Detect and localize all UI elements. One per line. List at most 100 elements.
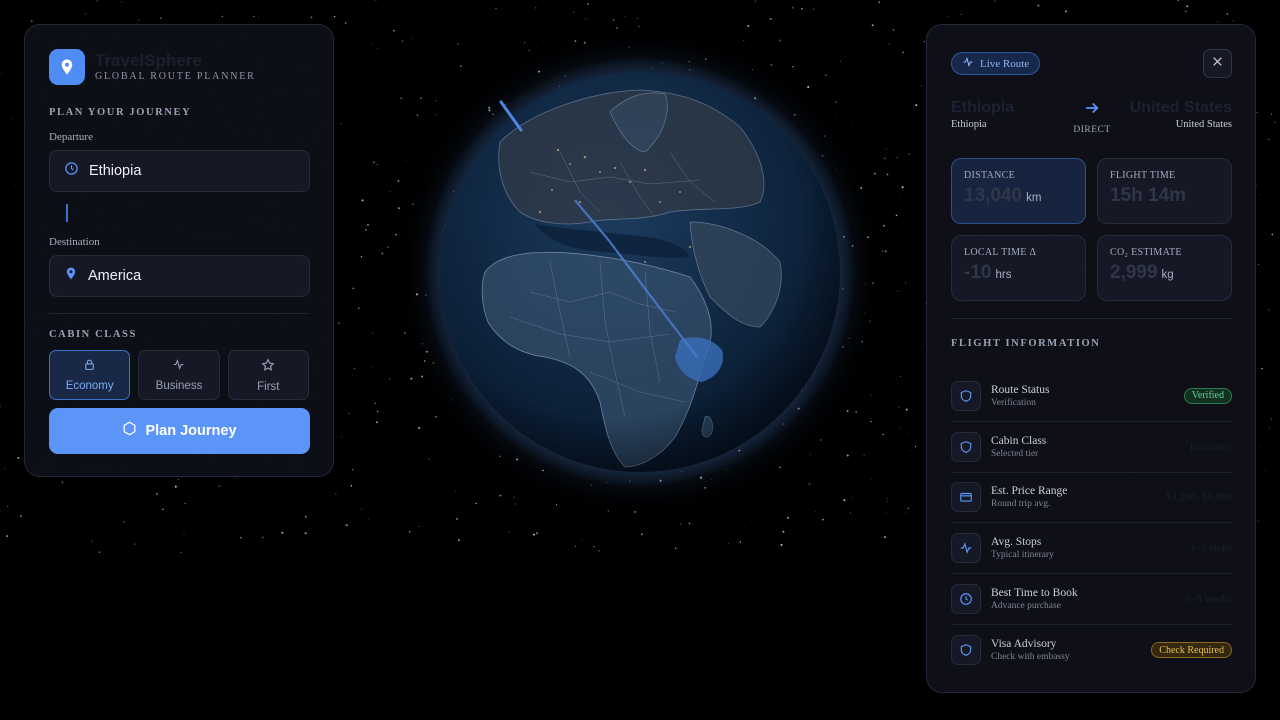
star xyxy=(7,505,9,507)
departure-field[interactable]: Ethiopia xyxy=(49,150,310,192)
star xyxy=(891,298,892,300)
star xyxy=(770,63,773,67)
star xyxy=(7,92,9,94)
hexagon-icon xyxy=(122,421,137,441)
star xyxy=(375,0,377,1)
star xyxy=(574,545,577,548)
star xyxy=(261,536,264,539)
plan-journey-label: Plan Journey xyxy=(145,423,237,439)
cabin-option-first[interactable]: First xyxy=(227,350,309,400)
star xyxy=(852,122,854,124)
star xyxy=(616,27,618,29)
star xyxy=(435,113,438,116)
star xyxy=(367,223,369,226)
star xyxy=(590,484,592,486)
star xyxy=(868,320,872,323)
star xyxy=(536,46,538,48)
star xyxy=(344,22,347,24)
star xyxy=(993,0,996,3)
credit-card-icon xyxy=(951,482,981,513)
star xyxy=(897,290,899,293)
lock-icon xyxy=(83,358,96,376)
star xyxy=(947,15,949,17)
star xyxy=(403,20,405,22)
star xyxy=(121,1,123,3)
star xyxy=(1260,445,1262,447)
star xyxy=(13,185,15,187)
brand-subtitle: GLOBAL ROUTE PLANNER xyxy=(95,71,256,82)
star xyxy=(535,7,537,9)
star xyxy=(304,515,307,518)
star xyxy=(218,485,221,488)
star xyxy=(0,510,1,512)
star xyxy=(535,532,539,535)
stat-unit: kg xyxy=(1161,269,1174,281)
star xyxy=(1226,13,1229,15)
star xyxy=(156,492,158,495)
star xyxy=(1037,4,1040,7)
cabin-option-economy[interactable]: Economy xyxy=(49,350,131,400)
star xyxy=(18,310,19,312)
destination-subtitle: United States xyxy=(1175,119,1232,130)
star xyxy=(915,104,918,107)
star xyxy=(901,186,904,189)
cabin-section-label: CABIN CLASS xyxy=(49,329,137,340)
star xyxy=(345,524,348,527)
star xyxy=(861,341,863,343)
map-pin-icon xyxy=(49,49,85,85)
star xyxy=(849,512,852,514)
star xyxy=(882,433,884,436)
star xyxy=(886,497,888,499)
plan-journey-button[interactable]: Plan Journey xyxy=(49,408,310,454)
star xyxy=(710,479,712,480)
star xyxy=(61,481,64,484)
star xyxy=(6,535,8,538)
star xyxy=(704,58,707,61)
star xyxy=(920,85,922,87)
section-divider xyxy=(49,313,309,314)
warning-badge: Check Required xyxy=(1151,642,1232,659)
star xyxy=(743,39,745,41)
star xyxy=(679,523,682,526)
star xyxy=(304,532,307,535)
star xyxy=(849,337,851,339)
star xyxy=(410,37,412,39)
star xyxy=(574,40,577,42)
close-button[interactable] xyxy=(1203,49,1232,78)
star xyxy=(801,7,803,10)
star xyxy=(840,60,841,62)
destination-field[interactable]: America xyxy=(49,255,310,297)
route-connector xyxy=(66,204,68,222)
route-origin: Ethiopia Ethiopia xyxy=(951,99,1014,130)
shield-icon xyxy=(951,380,981,411)
star xyxy=(11,119,12,121)
star xyxy=(460,65,462,67)
stat-value: 2,999 xyxy=(1110,262,1158,283)
star xyxy=(907,507,909,510)
star xyxy=(899,427,901,429)
star xyxy=(808,483,811,486)
activity-icon xyxy=(172,358,185,376)
star xyxy=(739,541,742,543)
globe-view[interactable] xyxy=(426,58,854,486)
star xyxy=(19,515,22,518)
star xyxy=(428,458,430,460)
info-subtitle: Verification xyxy=(991,397,1036,408)
star xyxy=(885,339,886,340)
star xyxy=(31,20,33,22)
star xyxy=(418,526,420,528)
star xyxy=(598,549,600,552)
star xyxy=(640,533,643,536)
star xyxy=(405,160,407,162)
star xyxy=(96,0,99,2)
star xyxy=(555,504,558,506)
star xyxy=(864,312,866,314)
star xyxy=(455,517,458,520)
star xyxy=(460,64,462,66)
clock-icon xyxy=(64,161,79,181)
star xyxy=(373,161,375,164)
cabin-class-selector: Economy Business First xyxy=(49,350,309,400)
star xyxy=(593,546,595,548)
info-subtitle: Round trip avg. xyxy=(991,499,1051,510)
cabin-option-business[interactable]: Business xyxy=(138,350,220,400)
